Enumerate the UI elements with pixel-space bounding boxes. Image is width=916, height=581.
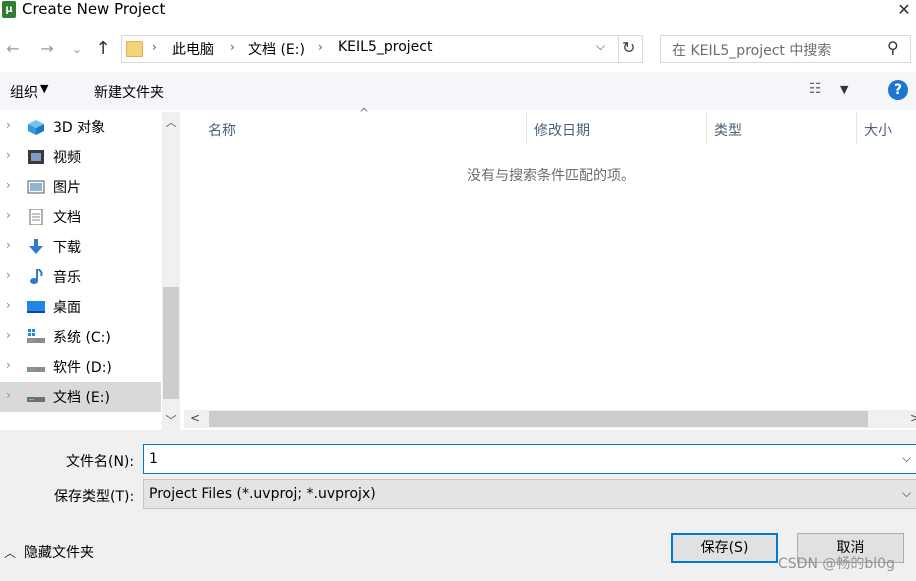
filetype-select[interactable]: Project Files (*.uvproj; *.uvprojx) (143, 479, 916, 509)
view-options-icon[interactable]: ☷ (809, 81, 822, 97)
up-arrow-icon[interactable]: ↑ (92, 38, 114, 60)
address-divider (618, 36, 619, 62)
filetype-label: 保存类型(T): (54, 489, 135, 505)
breadcrumb-separator: › (318, 40, 323, 54)
breadcrumb-drive-e[interactable]: 文档 (E:) (248, 39, 305, 59)
column-divider[interactable] (856, 112, 857, 145)
pictures-icon (27, 179, 45, 195)
video-icon (27, 149, 45, 165)
save-button[interactable]: 保存(S) (671, 533, 778, 563)
desktop-icon (27, 299, 45, 315)
hide-folders-toggle[interactable]: 隐藏文件夹 (24, 542, 94, 562)
app-icon: μ (2, 1, 16, 18)
chevron-right-icon[interactable]: › (6, 298, 11, 312)
sidebar-item-pictures[interactable]: › 图片 (0, 172, 161, 202)
chevron-down-icon[interactable]: ▼ (840, 83, 848, 96)
sidebar-item-3d-objects[interactable]: › 3D 对象 (0, 112, 161, 142)
sidebar-item-desktop[interactable]: › 桌面 (0, 292, 161, 322)
chevron-right-icon[interactable]: › (6, 238, 11, 252)
sidebar-item-documents[interactable]: › 文档 (0, 202, 161, 232)
recent-locations-icon[interactable]: ⌄ (66, 38, 88, 60)
help-icon[interactable]: ? (888, 80, 908, 100)
chevron-down-icon[interactable]: ⌵ (902, 486, 911, 501)
drive-icon (27, 389, 45, 405)
search-input[interactable]: 在 KEIL5_project 中搜索 (672, 40, 831, 60)
scrollbar-thumb[interactable] (163, 287, 179, 399)
sidebar-item-label: 软件 (D:) (53, 360, 112, 376)
organize-button[interactable]: 组织 (10, 82, 38, 102)
documents-icon (27, 208, 45, 226)
sidebar-item-label: 文档 (53, 210, 81, 226)
chevron-right-icon[interactable]: › (6, 148, 11, 162)
chevron-right-icon[interactable]: › (6, 208, 11, 222)
file-list[interactable]: ^ 名称 修改日期 类型 大小 没有与搜索条件匹配的项。 (184, 106, 916, 408)
chevron-down-icon[interactable]: ▼ (40, 82, 48, 95)
address-dropdown-icon[interactable]: ⌵ (596, 39, 605, 54)
chevron-right-icon[interactable]: › (6, 178, 11, 192)
3d-objects-icon (27, 119, 45, 135)
sidebar-item-label: 3D 对象 (53, 120, 106, 136)
sidebar-item-downloads[interactable]: › 下载 (0, 232, 161, 262)
column-header-size[interactable]: 大小 (864, 120, 892, 140)
watermark: CSDN @畅的bl0g (778, 556, 895, 572)
horizontal-scrollbar[interactable]: < > (184, 410, 916, 428)
sidebar-scrollbar[interactable]: ︿ ﹀ (162, 112, 180, 430)
chevron-right-icon[interactable]: › (6, 388, 11, 402)
download-icon (27, 239, 45, 255)
scroll-down-icon[interactable]: ﹀ (162, 412, 180, 428)
scrollbar-thumb[interactable] (209, 411, 868, 427)
scroll-up-icon[interactable]: ︿ (162, 114, 180, 130)
chevron-down-icon[interactable]: ⌵ (902, 451, 911, 466)
chevron-right-icon[interactable]: › (6, 328, 11, 342)
new-folder-button[interactable]: 新建文件夹 (94, 82, 164, 102)
sidebar-item-documents-e[interactable]: › 文档 (E:) (0, 382, 161, 412)
breadcrumb-this-pc[interactable]: 此电脑 (172, 39, 214, 59)
navigation-pane: › 3D 对象 › 视频 › 图片 › 文档 › 下载 › 音乐 › 桌面 › … (0, 112, 161, 430)
column-header-date-modified[interactable]: 修改日期 (534, 120, 590, 140)
sidebar-item-music[interactable]: › 音乐 (0, 262, 161, 292)
sidebar-item-label: 视频 (53, 150, 81, 166)
sidebar-item-label: 下载 (53, 240, 81, 256)
scroll-left-icon[interactable]: < (190, 411, 200, 425)
chevron-right-icon[interactable]: › (6, 268, 11, 282)
sort-indicator-icon: ^ (359, 106, 370, 120)
sidebar-item-videos[interactable]: › 视频 (0, 142, 161, 172)
back-arrow-icon[interactable]: ← (2, 38, 24, 60)
sidebar-item-label: 文档 (E:) (53, 390, 110, 406)
search-icon[interactable]: ⚲ (887, 38, 899, 57)
sidebar-item-label: 音乐 (53, 270, 81, 286)
close-icon[interactable]: ✕ (892, 0, 916, 20)
breadcrumb-separator: › (152, 40, 157, 54)
chevron-right-icon[interactable]: › (6, 118, 11, 132)
sidebar-item-software-d[interactable]: › 软件 (D:) (0, 352, 161, 382)
sidebar-item-label: 桌面 (53, 300, 81, 316)
sidebar-item-label: 图片 (53, 180, 81, 196)
title-bar: μ Create New Project ✕ (0, 0, 916, 22)
empty-message: 没有与搜索条件匹配的项。 (467, 168, 635, 184)
window-title: Create New Project (22, 0, 166, 18)
music-icon (27, 268, 45, 285)
breadcrumb-keil5-project[interactable]: KEIL5_project (338, 39, 432, 55)
breadcrumb-separator: › (230, 40, 235, 54)
drive-icon (27, 359, 45, 375)
filename-label: 文件名(N): (66, 454, 135, 470)
forward-arrow-icon[interactable]: → (36, 38, 58, 60)
system-drive-icon (27, 329, 45, 345)
sidebar-item-system-c[interactable]: › 系统 (C:) (0, 322, 161, 352)
folder-icon (126, 41, 143, 57)
sidebar-item-label: 系统 (C:) (53, 330, 111, 346)
filename-field[interactable]: 1 (143, 444, 916, 474)
toolbar: 组织 ▼ 新建文件夹 ☷ ▼ ? (0, 72, 916, 110)
column-header-type[interactable]: 类型 (714, 120, 742, 140)
scroll-right-icon[interactable]: > (910, 411, 916, 425)
column-divider[interactable] (706, 112, 707, 145)
chevron-right-icon[interactable]: › (6, 358, 11, 372)
refresh-icon[interactable]: ↻ (622, 38, 635, 57)
chevron-up-icon[interactable]: ︿ (4, 544, 16, 561)
column-header-name[interactable]: 名称 (208, 120, 236, 140)
address-bar[interactable]: › 此电脑 › 文档 (E:) › KEIL5_project ⌵ ↻ (121, 35, 643, 63)
column-divider[interactable] (526, 112, 527, 145)
search-box[interactable]: 在 KEIL5_project 中搜索 ⚲ (660, 35, 911, 63)
